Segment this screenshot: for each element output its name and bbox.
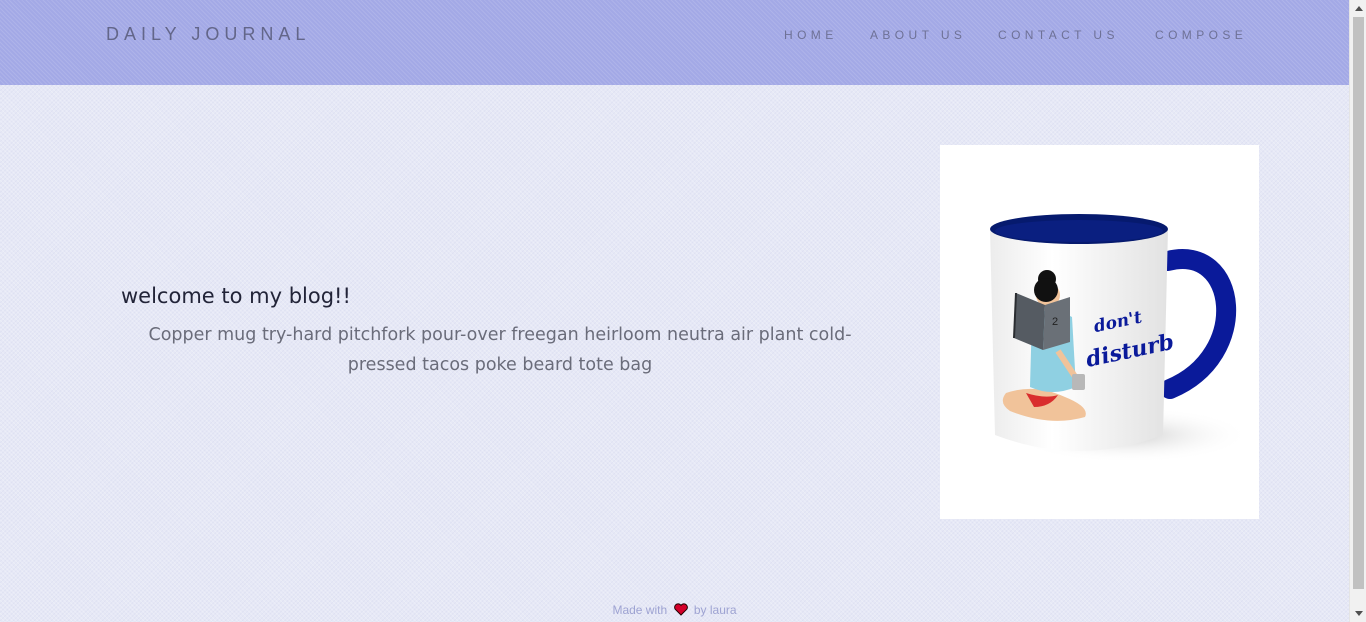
nav-link-contact-us[interactable]: CONTACT US <box>998 28 1119 42</box>
scroll-thumb[interactable] <box>1353 17 1364 589</box>
nav-link-about-us[interactable]: ABOUT US <box>870 28 966 42</box>
nav-link-home[interactable]: HOME <box>784 28 838 42</box>
mug-illustration: 2 don't disturb <box>990 214 1250 463</box>
brand-link[interactable]: DAILY JOURNAL <box>106 24 310 45</box>
book-text: 2 <box>1052 316 1058 328</box>
footer-author: by laura <box>693 603 737 617</box>
mug-image: 2 don't disturb <box>940 145 1259 519</box>
footer-made-with: Made with <box>612 603 668 617</box>
nav-link-compose[interactable]: COMPOSE <box>1155 28 1247 42</box>
navbar: DAILY JOURNAL HOME ABOUT US CONTACT US C… <box>0 0 1349 85</box>
scroll-down-arrow-icon[interactable] <box>1350 605 1366 622</box>
intro-text: Copper mug try-hard pitchfork pour-over … <box>148 325 852 375</box>
footer: Made with by laura <box>0 603 1349 619</box>
scroll-up-arrow-icon[interactable] <box>1350 0 1366 17</box>
vertical-scrollbar[interactable] <box>1349 0 1366 622</box>
heart-icon <box>673 603 688 619</box>
page-heading: welcome to my blog!! <box>121 284 351 308</box>
